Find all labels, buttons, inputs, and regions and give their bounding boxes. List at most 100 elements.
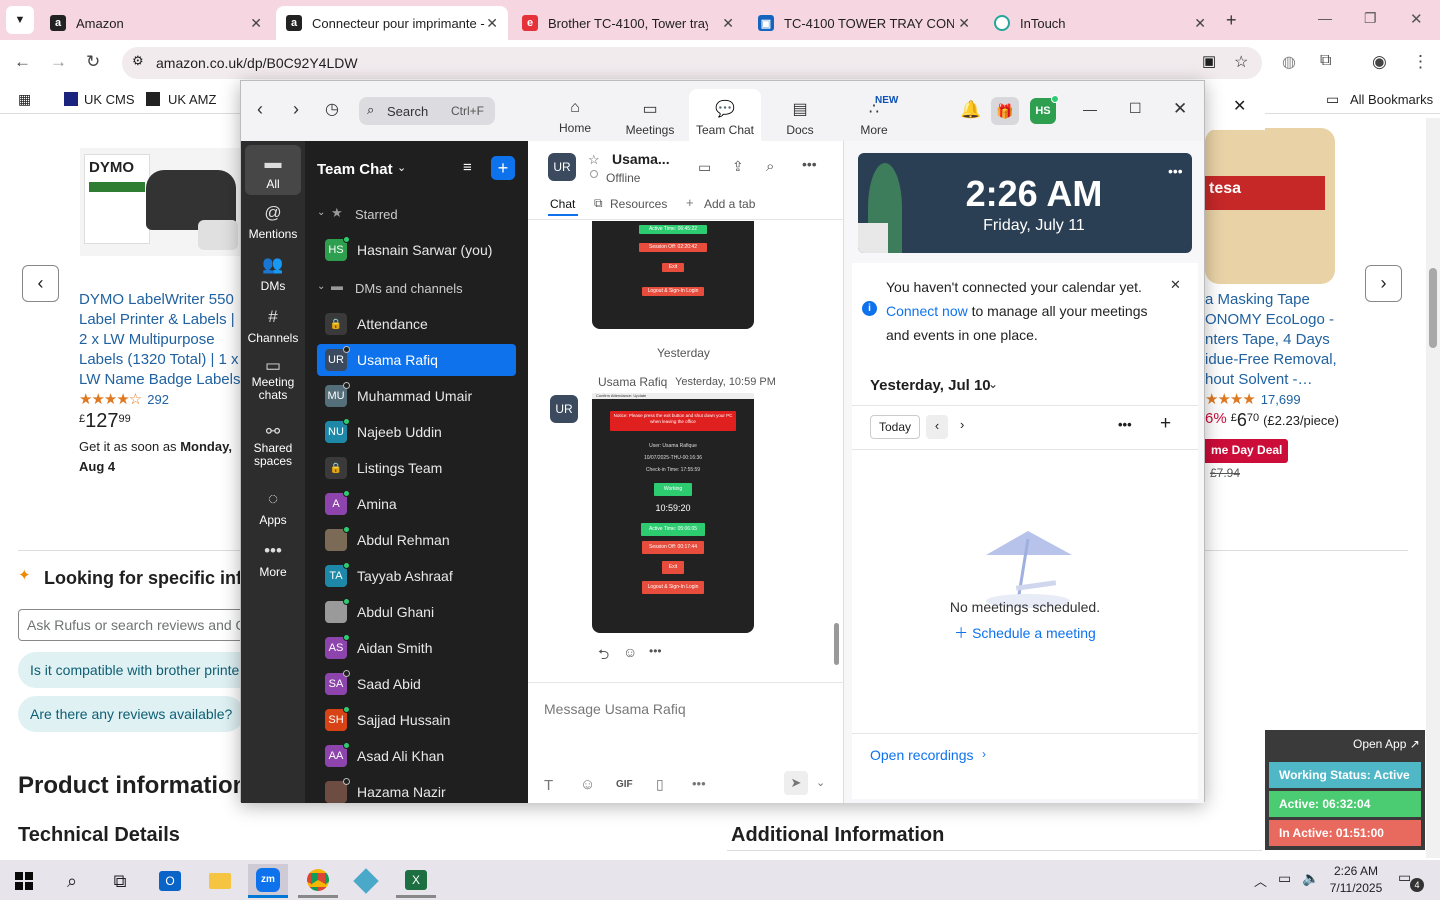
close-icon[interactable]: ✕ (486, 15, 498, 32)
contact-row[interactable]: SA Saad Abid (317, 668, 516, 700)
gif-button[interactable]: GIF (616, 779, 633, 790)
contact-row[interactable]: Hazama Nazir (317, 776, 516, 803)
forward-icon[interactable]: › (293, 99, 299, 120)
attachment-image[interactable]: Confirm Attendance: Update Notice: Pleas… (592, 393, 754, 633)
contact-row[interactable]: 🔒 Attendance (317, 308, 516, 340)
bookmark-star-icon[interactable]: ☆ (1234, 52, 1248, 72)
prev-day-button[interactable]: ‹ (926, 415, 948, 439)
rail-mentions[interactable]: @ Mentions (241, 203, 305, 241)
contact-row[interactable]: Abdul Ghani (317, 596, 516, 628)
chevron-down-icon[interactable]: ⌄ (988, 377, 998, 391)
message-sender[interactable]: Usama Rafiq (598, 375, 667, 389)
carousel-next-button[interactable]: › (1365, 265, 1402, 302)
rating-count[interactable]: 292 (147, 392, 169, 407)
schedule-meeting-link[interactable]: ＋ Schedule a meeting (852, 623, 1198, 643)
rating-count[interactable]: 17,699 (1261, 392, 1301, 407)
tab-brother-ebay[interactable]: e Brother TC-4100, Tower tray co ✕ (512, 6, 744, 40)
task-view-icon[interactable]: ⧉ (100, 864, 140, 898)
contact-avatar[interactable]: UR (548, 153, 576, 181)
suggestion-chip[interactable]: Are there any reviews available? (18, 696, 245, 732)
more-options-icon[interactable]: ••• (1168, 163, 1183, 179)
notification-center-icon[interactable]: ▭ 4 (1398, 869, 1424, 892)
bookmark-uk-cms[interactable]: UK CMS (84, 92, 135, 107)
tab-search-icon[interactable]: ▼ (6, 6, 34, 34)
forward-icon[interactable]: → (50, 52, 67, 72)
day-heading[interactable]: Yesterday, Jul 10 (870, 377, 991, 394)
open-recordings-link[interactable]: Open recordings (870, 747, 974, 763)
dymo-product-image[interactable]: DYMO (80, 148, 240, 256)
tab-resources[interactable]: Resources (610, 197, 667, 211)
rufus-search-input[interactable]: Ask Rufus or search reviews and Q (18, 609, 258, 641)
close-icon[interactable]: ✕ (1194, 15, 1206, 32)
tab-add[interactable]: Add a tab (704, 197, 755, 211)
zoom-search-box[interactable]: ⌕ Search Ctrl+F (359, 97, 495, 125)
bell-icon[interactable]: 🔔 (960, 100, 981, 120)
rail-more[interactable]: ••• More (241, 541, 305, 579)
site-info-icon[interactable]: ⚙ (132, 53, 144, 69)
tab-connecteur[interactable]: a Connecteur pour imprimante - ✕ (276, 6, 508, 40)
network-icon[interactable]: ▭ (1278, 870, 1291, 887)
contact-row[interactable]: 🔒 Listings Team (317, 452, 516, 484)
taskbar-clock[interactable]: 2:26 AM 7/11/2025 (1322, 863, 1390, 897)
reply-icon[interactable]: ⮌ (598, 644, 609, 668)
file-icon[interactable]: ▯ (656, 776, 664, 793)
reload-icon[interactable]: ↻ (86, 52, 100, 72)
share-screen-icon[interactable]: ⇪ (732, 158, 744, 175)
message-avatar[interactable]: UR (550, 395, 578, 423)
outlook-icon[interactable]: O (150, 864, 190, 898)
rail-shared-spaces[interactable]: ⚯ Shared spaces (241, 423, 305, 468)
tab-intouch[interactable]: InTouch ✕ (984, 6, 1216, 40)
bookmark-uk-amz[interactable]: UK AMZ (168, 92, 216, 107)
left-product-title[interactable]: DYMO LabelWriter 550 Label Printer & Lab… (79, 290, 241, 390)
contact-row[interactable]: Abdul Rehman (317, 524, 516, 556)
add-event-icon[interactable]: + (1160, 413, 1171, 435)
history-icon[interactable]: ◷ (325, 99, 339, 119)
profile-icon[interactable]: ◉ (1372, 52, 1387, 72)
zoom-taskbar-icon[interactable]: zm (248, 864, 288, 898)
right-product-rating[interactable]: ★★★★ 17,699 (1205, 390, 1301, 408)
new-tab-plus-icon[interactable]: + (1226, 10, 1237, 31)
more-options-icon[interactable]: ••• (692, 776, 706, 791)
gift-icon[interactable]: 🎁 (991, 97, 1019, 125)
more-options-icon[interactable]: ••• (649, 644, 662, 658)
page-scrollbar[interactable] (1426, 118, 1440, 858)
globe-icon[interactable]: ◍ (1282, 52, 1296, 72)
excel-icon[interactable]: X (396, 864, 436, 898)
chat-scrollbar-thumb[interactable] (834, 623, 839, 665)
url-text[interactable]: amazon.co.uk/dp/B0C92Y4LDW (156, 55, 358, 71)
text-format-icon[interactable]: T (544, 777, 553, 794)
search-icon[interactable]: ⌕ (766, 158, 774, 175)
apps-grid-icon[interactable]: ▦ (18, 91, 31, 108)
today-button[interactable]: Today (870, 415, 920, 439)
rail-meeting-chats[interactable]: ▭ Meeting chats (241, 357, 305, 402)
contact-row[interactable]: A Amina (317, 488, 516, 520)
nav-more[interactable]: ∴ More (838, 81, 910, 141)
rail-all[interactable]: ▬ All (241, 153, 305, 191)
rail-apps[interactable]: ◌ Apps (241, 489, 305, 527)
install-app-icon[interactable]: ▣ (1202, 52, 1216, 70)
message-composer-input[interactable]: Message Usama Rafiq (544, 701, 686, 717)
scrollbar-thumb[interactable] (1429, 268, 1437, 348)
chevron-down-icon[interactable]: ⌄ (816, 776, 825, 789)
contact-row[interactable]: AS Aidan Smith (317, 632, 516, 664)
open-app-button[interactable]: Open App ↗ (1353, 737, 1420, 751)
tesa-product-image[interactable]: tesa (1205, 118, 1335, 286)
contact-row[interactable]: TA Tayyab Ashraaf (317, 560, 516, 592)
tab-tc4100[interactable]: ▣ TC-4100 TOWER TRAY CONNEC ✕ (748, 6, 980, 40)
nav-team-chat[interactable]: 💬 Team Chat (689, 89, 761, 141)
contact-row[interactable]: NU Najeeb Uddin (317, 416, 516, 448)
maximize-icon[interactable]: ☐ (1129, 100, 1142, 117)
nav-home[interactable]: ⌂ Home (539, 81, 611, 141)
window-close-icon[interactable]: ✕ (1410, 10, 1423, 28)
rail-channels[interactable]: # Channels (241, 307, 305, 345)
video-call-icon[interactable]: ▭ (698, 159, 711, 176)
all-bookmarks[interactable]: All Bookmarks (1350, 92, 1433, 107)
extensions-icon[interactable]: ⧉ (1320, 52, 1331, 70)
contact-row[interactable]: AA Asad Ali Khan (317, 740, 516, 772)
file-explorer-icon[interactable] (200, 864, 240, 898)
omnibox[interactable]: ⚙ amazon.co.uk/dp/B0C92Y4LDW ▣ ☆ (122, 47, 1262, 79)
close-icon[interactable]: ✕ (1170, 277, 1181, 293)
carousel-prev-button[interactable]: ‹ (22, 265, 59, 302)
contact-name[interactable]: Usama... (612, 151, 670, 167)
volume-icon[interactable]: 🔈 (1302, 870, 1319, 887)
